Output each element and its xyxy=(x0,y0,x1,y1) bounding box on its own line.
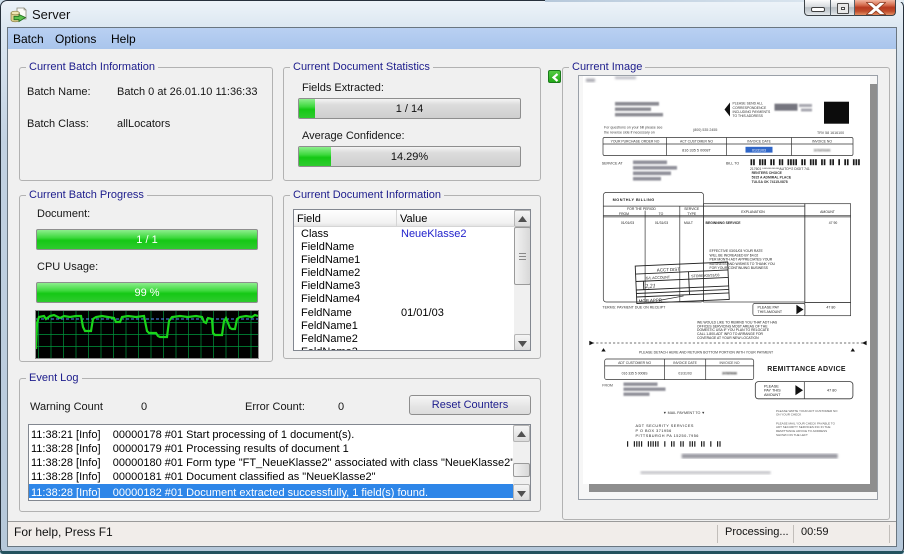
svg-text:YOUR PURCHASE ORDER NO: YOUR PURCHASE ORDER NO xyxy=(611,139,660,143)
svg-text:RENTERS CHOICE: RENTERS CHOICE xyxy=(752,171,783,175)
svg-text:SHOWN ON THE LEFT: SHOWN ON THE LEFT xyxy=(776,433,808,437)
svg-text:P O BOX 371956: P O BOX 371956 xyxy=(636,429,672,433)
svg-text:FOR YOUR CONTINUING BUSINESS: FOR YOUR CONTINUING BUSINESS xyxy=(710,266,769,270)
svg-text:PLEASE DETACH HERE AND RETURN: PLEASE DETACH HERE AND RETURN BOTTOM POR… xyxy=(639,351,774,355)
svg-text:TO THIS ADDRESS: TO THIS ADDRESS xyxy=(733,114,764,118)
svg-text:016 335 5 0008S: 016 335 5 0008S xyxy=(622,371,649,375)
svg-text:BEGINNING SERVICE: BEGINNING SERVICE xyxy=(706,221,742,225)
svg-text:217601 *************AUTO**2 D: 217601 *************AUTO**2 DIGIT 741 xyxy=(750,167,810,171)
svg-text:EXPLANATION: EXPLANATION xyxy=(741,210,765,214)
svg-text:2,21: 2,21 xyxy=(645,284,656,290)
svg-text:FOR THE PERIOD: FOR THE PERIOD xyxy=(627,207,656,211)
svg-text:TO: TO xyxy=(659,212,664,216)
svg-text:47 80: 47 80 xyxy=(827,389,837,393)
svg-text:▼ MAIL PAYMENT TO ▼: ▼ MAIL PAYMENT TO ▼ xyxy=(663,411,705,415)
svg-text:INVOICE DATE: INVOICE DATE xyxy=(673,361,697,365)
svg-text:COVERAGE AT YOUR NEW LOCATION: COVERAGE AT YOUR NEW LOCATION xyxy=(697,336,759,340)
svg-text:ACT CUSTOMER NO: ACT CUSTOMER NO xyxy=(680,139,713,143)
svg-text:01/01/03: 01/01/03 xyxy=(621,221,634,225)
svg-text:ACCT DIST: ACCT DIST xyxy=(657,267,681,273)
svg-text:AMOUNT: AMOUNT xyxy=(820,210,835,214)
svg-text:SERVICE: SERVICE xyxy=(684,207,700,211)
svg-text:ON YOUR CHECK: ON YOUR CHECK xyxy=(776,413,801,417)
svg-text:MULT: MULT xyxy=(684,221,693,225)
svg-text:FROM: FROM xyxy=(619,212,629,216)
svg-text:47 90: 47 90 xyxy=(829,221,838,225)
svg-text:INVOICE DATE: INVOICE DATE xyxy=(747,139,771,143)
svg-text:SERVICE AT: SERVICE AT xyxy=(602,162,624,166)
svg-text:30585686: 30585686 xyxy=(814,149,831,153)
svg-text:TULSA OK 74115-0878: TULSA OK 74115-0878 xyxy=(752,180,788,184)
svg-text:30585686: 30585686 xyxy=(722,371,737,375)
svg-text:PLEASE PAY: PLEASE PAY xyxy=(758,306,780,310)
svg-text:For questions on your bill pl: For questions on your bill please see xyxy=(604,126,663,130)
svg-text:THIS AMOUNT: THIS AMOUNT xyxy=(758,310,783,314)
svg-text:REMITTANCE ADVICE: REMITTANCE ADVICE xyxy=(767,366,846,373)
svg-text:BILL TO: BILL TO xyxy=(726,162,739,166)
svg-text:G/L ACCOUNT: G/L ACCOUNT xyxy=(646,275,671,280)
svg-text:INVOICE NO: INVOICE NO xyxy=(812,139,832,143)
svg-text:01/31/03: 01/31/03 xyxy=(655,221,668,225)
svg-text:(800) 535 2455: (800) 535 2455 xyxy=(693,128,717,132)
svg-text:ADT CUSTOMER NO: ADT CUSTOMER NO xyxy=(618,361,651,365)
svg-text:ADT SECURITY SERVICES: ADT SECURITY SERVICES xyxy=(636,424,694,428)
svg-text:47 80: 47 80 xyxy=(826,306,835,310)
svg-text:01/31/03: 01/31/03 xyxy=(752,148,766,152)
svg-text:INVOICE NO: INVOICE NO xyxy=(720,361,740,365)
svg-text:5915 A ADMIRAL PLACE: 5915 A ADMIRAL PLACE xyxy=(752,176,792,180)
svg-text:816 335 5 0008T: 816 335 5 0008T xyxy=(682,149,711,153)
svg-text:FROM: FROM xyxy=(602,384,613,388)
svg-text:the reverse side if necessar: the reverse side if necessary on xyxy=(604,130,655,134)
svg-text:AMOUNT: AMOUNT xyxy=(764,393,781,397)
svg-text:01/31/03: 01/31/03 xyxy=(678,371,691,375)
svg-text:MONTHLY BILLING: MONTHLY BILLING xyxy=(613,198,655,202)
svg-text:MGR APPR: MGR APPR xyxy=(639,297,662,303)
svg-text:TRV 58 1616100: TRV 58 1616100 xyxy=(817,131,844,135)
svg-text:PITTSBURGH PA 15250-7956: PITTSBURGH PA 15250-7956 xyxy=(636,434,699,438)
svg-text:TYPE: TYPE xyxy=(687,212,697,216)
svg-text:TERMS: PAYMENT DUE ON RECEIPT: TERMS: PAYMENT DUE ON RECEIPT xyxy=(602,305,666,309)
